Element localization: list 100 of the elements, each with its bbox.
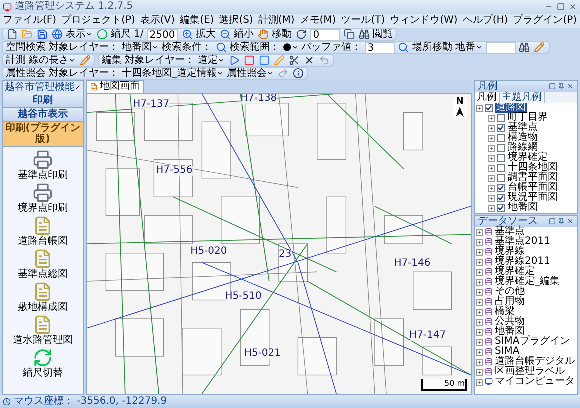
menu-item[interactable]: メモ(M) xyxy=(298,16,338,26)
layer-name[interactable]: 地番図 xyxy=(507,203,539,213)
expand-icon[interactable] xyxy=(476,258,483,266)
menu-item[interactable]: 計測(M) xyxy=(257,16,296,26)
checkbox[interactable] xyxy=(497,124,505,132)
checkbox[interactable] xyxy=(497,144,505,152)
layer-name[interactable]: 台帳平面図 xyxy=(507,183,559,193)
close-icon[interactable] xyxy=(75,84,81,91)
expand-icon[interactable] xyxy=(488,124,495,132)
toolbar-field[interactable]: 3 xyxy=(364,42,395,54)
expand-icon[interactable] xyxy=(476,288,483,296)
datasource-name[interactable]: その他 xyxy=(495,287,525,297)
copy-icon[interactable] xyxy=(343,28,356,40)
square-icon[interactable] xyxy=(258,54,270,66)
toolbar-dropdown[interactable]: 地番図 xyxy=(122,40,159,55)
expand-icon[interactable] xyxy=(476,104,483,112)
play-icon[interactable] xyxy=(228,54,240,66)
document-icon[interactable] xyxy=(33,282,53,302)
checkbox[interactable] xyxy=(497,204,505,212)
menu-item[interactable]: ヘルプ(H) xyxy=(462,16,510,26)
expand-icon[interactable] xyxy=(476,298,483,306)
float-icon[interactable] xyxy=(549,83,556,90)
pin-icon[interactable] xyxy=(558,218,565,225)
datasource-name[interactable]: SIMA xyxy=(495,347,520,357)
layer-name[interactable]: 境界確定 xyxy=(507,153,549,163)
expand-icon[interactable] xyxy=(476,338,483,346)
tool-label[interactable]: 境界点印刷 xyxy=(18,203,68,214)
category-button[interactable]: 印刷 xyxy=(3,94,83,108)
zoom-in-icon[interactable] xyxy=(181,28,194,40)
tool-label[interactable]: 基準点総図 xyxy=(18,269,68,280)
expand-icon[interactable] xyxy=(488,174,495,182)
datasource-name[interactable]: 境界線2011 xyxy=(495,257,550,267)
layer-name[interactable]: 町丁目界 xyxy=(507,113,549,123)
toolbar-field[interactable]: 2500 xyxy=(146,28,178,40)
expand-icon[interactable] xyxy=(476,238,483,246)
checkbox[interactable] xyxy=(497,154,505,162)
layer-name[interactable]: 構造物 xyxy=(507,133,539,143)
binoculars-icon[interactable] xyxy=(358,28,370,40)
pin-icon[interactable] xyxy=(558,83,565,90)
refresh-icon[interactable] xyxy=(33,348,53,368)
new-file-icon[interactable] xyxy=(6,28,18,40)
expand-icon[interactable] xyxy=(476,248,483,256)
datasource-name[interactable]: マイコンピュータ xyxy=(495,377,575,387)
expand-icon[interactable] xyxy=(488,164,495,172)
layer-name[interactable]: 道路図 xyxy=(495,103,527,113)
expand-icon[interactable] xyxy=(476,348,483,356)
map-tab[interactable]: 地図画面 xyxy=(86,80,144,93)
square-icon[interactable] xyxy=(243,54,255,66)
datasource-name[interactable]: 地番図 xyxy=(495,327,525,337)
expand-icon[interactable] xyxy=(476,308,483,316)
category-button[interactable]: 印刷(プラグイン版) xyxy=(3,122,83,147)
datasource-name[interactable]: 道路台帳デジタル xyxy=(495,357,575,367)
zoom-out-icon[interactable] xyxy=(219,28,232,40)
datasource-name[interactable]: 境界線 xyxy=(495,247,525,257)
toolbar-dropdown[interactable]: 地番 xyxy=(456,40,483,55)
layer-name[interactable]: 基準点 xyxy=(507,123,539,133)
expand-icon[interactable] xyxy=(476,328,483,336)
checkbox[interactable] xyxy=(497,114,505,122)
checkbox[interactable] xyxy=(497,134,505,142)
search-icon[interactable] xyxy=(398,42,410,54)
expand-icon[interactable] xyxy=(488,204,495,212)
toolbar-dropdown[interactable]: 道定 xyxy=(198,53,225,68)
rotate-icon[interactable] xyxy=(295,28,308,40)
toolbar-dropdown[interactable]: ● xyxy=(283,40,299,55)
menu-item[interactable]: プラグイン(P) xyxy=(512,16,578,26)
document-icon[interactable] xyxy=(33,216,53,236)
expand-icon[interactable] xyxy=(476,368,483,376)
pencil-icon[interactable] xyxy=(79,54,91,66)
toolbar-dropdown[interactable]: 十四条地図_道定情報 xyxy=(122,66,224,81)
datasource-name[interactable]: 基準点2011 xyxy=(495,237,550,247)
binoculars-icon[interactable] xyxy=(518,42,531,54)
document-icon[interactable] xyxy=(33,315,53,335)
expand-icon[interactable] xyxy=(476,378,483,386)
circle-icon[interactable] xyxy=(96,28,108,40)
layer-name[interactable]: 路線網 xyxy=(507,143,539,153)
expand-icon[interactable] xyxy=(488,154,495,162)
document-icon[interactable] xyxy=(33,249,53,269)
layer-name[interactable]: 現況平面図 xyxy=(507,193,559,203)
info-icon[interactable] xyxy=(292,68,304,80)
tool-label[interactable]: 道水路管理図 xyxy=(13,335,73,346)
expand-icon[interactable] xyxy=(488,134,495,142)
datasource-name[interactable]: 占用物 xyxy=(495,297,525,307)
maximize-icon[interactable] xyxy=(557,3,565,11)
checkbox[interactable] xyxy=(497,164,505,172)
datasource-name[interactable]: 区画整理ラベル xyxy=(495,367,565,377)
menu-item[interactable]: 表示(V) xyxy=(139,16,176,26)
expand-icon[interactable] xyxy=(476,318,483,326)
close-icon[interactable] xyxy=(569,3,577,11)
tool-label[interactable]: 敷地構成図 xyxy=(18,302,68,313)
expand-icon[interactable] xyxy=(476,278,483,286)
toolbar-dropdown[interactable]: 線の長さ xyxy=(29,53,76,68)
printer-icon[interactable] xyxy=(33,183,53,203)
legend-tab[interactable]: 凡例 xyxy=(475,92,500,103)
expand-icon[interactable] xyxy=(488,114,495,122)
expand-icon[interactable] xyxy=(476,358,483,366)
toolbar-field[interactable]: 0 xyxy=(310,28,340,40)
layer-name[interactable]: 十四条地図 xyxy=(507,163,559,173)
menu-item[interactable]: ツール(T) xyxy=(340,16,386,26)
hand-icon[interactable] xyxy=(257,28,270,40)
tool-label[interactable]: 縮尺切替 xyxy=(23,368,63,379)
